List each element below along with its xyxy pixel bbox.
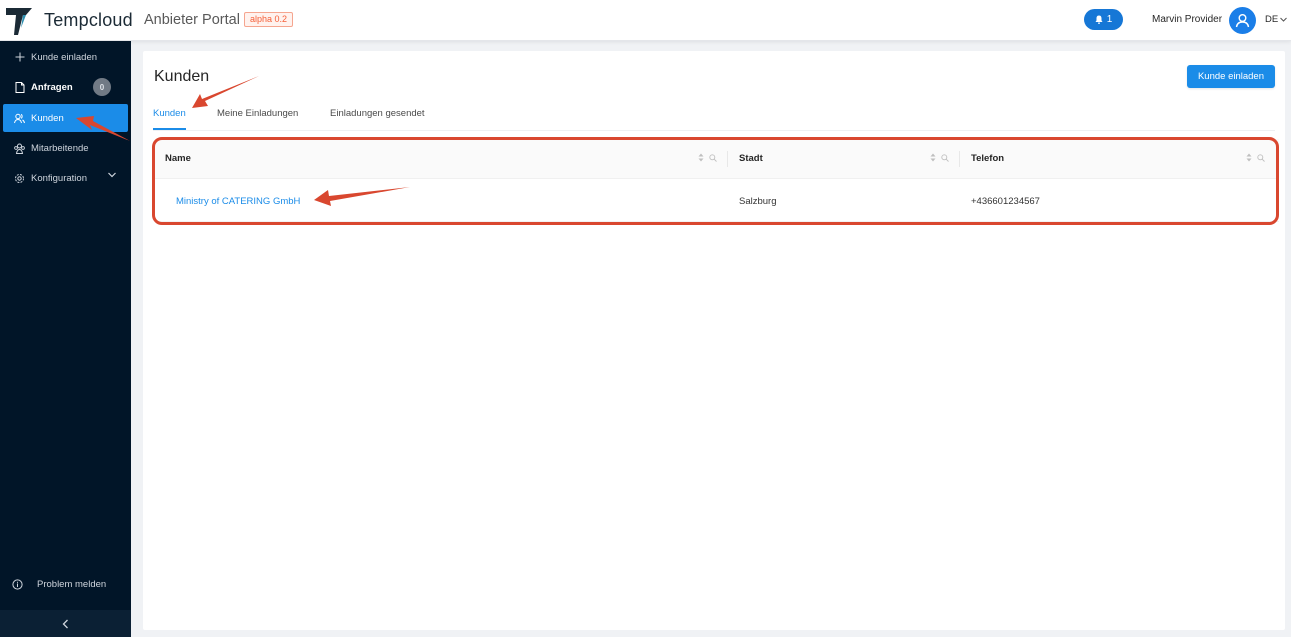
sidebar-item-label: Kunden	[31, 112, 64, 124]
chevron-down-icon	[1280, 17, 1288, 22]
requests-count-badge: 0	[93, 78, 111, 96]
user-name[interactable]: Marvin Provider	[1152, 14, 1222, 25]
sidebar-item-label: Mitarbeitende	[31, 142, 89, 154]
tabs-divider	[153, 130, 1275, 131]
tempcloud-logo-icon[interactable]	[4, 6, 34, 36]
top-header: Tempcloud Anbieter Portal alpha 0.2 1 Ma…	[0, 0, 1291, 41]
language-label: DE	[1265, 14, 1279, 25]
version-badge: alpha 0.2	[244, 12, 294, 27]
chevron-down-icon	[108, 172, 116, 178]
sidebar: Kunde einladen Anfragen 0 Kunden Mitarbe…	[0, 41, 131, 637]
team-icon	[14, 143, 25, 154]
tab-einladungen-gesendet[interactable]: Einladungen gesendet	[330, 108, 425, 119]
sidebar-item-mitarbeitende[interactable]: Mitarbeitende	[0, 134, 131, 162]
problem-report-link[interactable]: Problem melden	[12, 579, 106, 590]
page-title: Kunden	[154, 68, 210, 85]
invite-customer-button[interactable]: Kunde einladen	[1187, 65, 1275, 88]
brand-name[interactable]: Tempcloud	[44, 10, 133, 31]
info-icon	[12, 579, 23, 590]
user-icon	[1235, 14, 1250, 28]
annotation-highlight-box	[152, 137, 1279, 225]
avatar[interactable]	[1229, 7, 1256, 34]
bell-icon	[1095, 15, 1103, 24]
sidebar-item-label: Konfiguration	[31, 172, 87, 184]
users-icon	[14, 113, 25, 124]
plus-icon	[14, 52, 25, 63]
chevron-left-icon	[62, 619, 68, 628]
tab-meine-einladungen[interactable]: Meine Einladungen	[217, 108, 298, 119]
sidebar-collapse-button[interactable]	[0, 610, 131, 637]
problem-report-label: Problem melden	[37, 579, 107, 590]
notifications-button[interactable]: 1	[1084, 9, 1123, 30]
sidebar-item-kunden[interactable]: Kunden	[3, 104, 128, 132]
sidebar-item-label: Anfragen	[31, 81, 73, 93]
sidebar-item-anfragen[interactable]: Anfragen 0	[0, 73, 131, 101]
sidebar-item-kunde-einladen[interactable]: Kunde einladen	[0, 43, 131, 71]
notification-count: 1	[1106, 14, 1113, 25]
portal-name: Anbieter Portal	[144, 12, 240, 28]
language-selector[interactable]: DE	[1265, 14, 1288, 25]
sidebar-item-label: Kunde einladen	[31, 51, 98, 63]
document-icon	[14, 81, 25, 93]
sidebar-item-konfiguration[interactable]: Konfiguration	[0, 164, 131, 192]
gear-icon	[14, 173, 25, 184]
tab-kunden[interactable]: Kunden	[153, 108, 186, 119]
